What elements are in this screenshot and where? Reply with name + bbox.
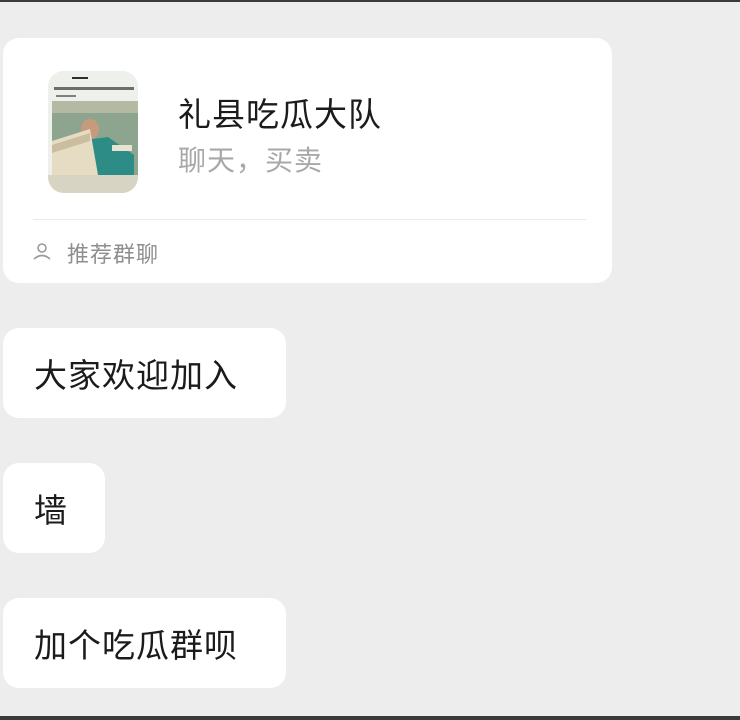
message-text: 墙: [34, 491, 68, 530]
group-description: 聊天，买卖: [178, 144, 324, 177]
message-text: 大家欢迎加入: [34, 356, 238, 395]
person-icon: [33, 243, 51, 260]
group-avatar-photo-icon: [48, 71, 138, 193]
message-bubble[interactable]: 墙: [3, 463, 105, 553]
card-divider: [33, 219, 586, 220]
recommended-group-label: 推荐群聊: [67, 243, 160, 268]
message-bubble[interactable]: 加个吃瓜群呗: [3, 598, 286, 688]
frame-top-edge: [0, 0, 740, 2]
group-name: 礼县吃瓜大队: [178, 95, 382, 134]
group-avatar[interactable]: [48, 71, 138, 193]
message-text: 加个吃瓜群呗: [34, 626, 238, 665]
message-bubble[interactable]: 大家欢迎加入: [3, 328, 286, 418]
group-chat-share-card[interactable]: 礼县吃瓜大队 聊天，买卖 推荐群聊: [3, 38, 612, 283]
frame-bottom-edge: [0, 716, 740, 720]
